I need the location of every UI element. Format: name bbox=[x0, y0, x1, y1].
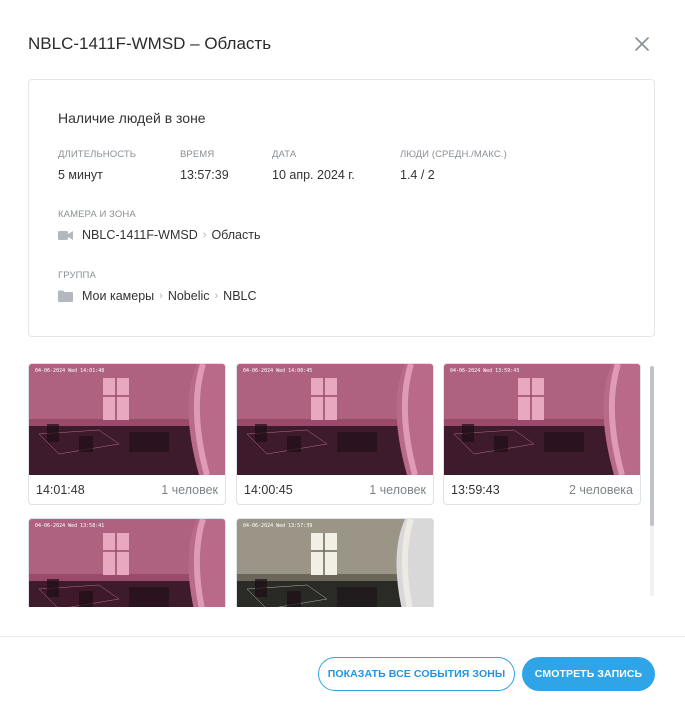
duration-value: 5 минут bbox=[58, 168, 103, 182]
camera-name-link[interactable]: NBLC-1411F-WMSD bbox=[82, 228, 198, 242]
event-info-card: Наличие людей в зоне ДЛИТЕЛЬНОСТЬ 5 мину… bbox=[28, 79, 655, 337]
group-item-0[interactable]: Мои камеры bbox=[82, 289, 154, 303]
camera-timestamp: 04-06-2024 Wed 14:00:45 bbox=[243, 368, 312, 374]
snapshot-image: 04-06-2024 Wed 14:01:48 bbox=[29, 364, 225, 475]
duration-label: ДЛИТЕЛЬНОСТЬ bbox=[58, 149, 137, 160]
chevron-right-icon: › bbox=[159, 290, 163, 302]
time-value: 13:57:39 bbox=[180, 168, 229, 182]
snapshot-time: 13:59:43 bbox=[451, 482, 500, 497]
snapshot-card[interactable]: 04-06-2024 Wed 14:01:48 14:01:48 1 человек bbox=[28, 363, 226, 505]
zone-name-link[interactable]: Область bbox=[211, 228, 260, 242]
close-button[interactable] bbox=[631, 33, 653, 55]
dialog-header: NBLC-1411F-WMSD – Область bbox=[28, 33, 657, 55]
snapshot-image: 04-06-2024 Wed 13:58:41 bbox=[29, 519, 225, 607]
camera-zone-label: КАМЕРА И ЗОНА bbox=[58, 209, 136, 220]
snapshot-people-count: 2 человека bbox=[568, 482, 633, 497]
watch-recording-button[interactable]: СМОТРЕТЬ ЗАПИСЬ bbox=[522, 657, 655, 691]
event-dialog: NBLC-1411F-WMSD – Область Наличие людей … bbox=[0, 0, 685, 712]
snapshot-image: 04-06-2024 Wed 13:57:39 bbox=[237, 519, 433, 607]
scrollbar-thumb[interactable] bbox=[650, 366, 654, 526]
snapshot-image: 04-06-2024 Wed 14:00:45 bbox=[237, 364, 433, 475]
snapshot-caption: 13:59:43 2 человека bbox=[444, 475, 640, 504]
snapshot-people-count: 1 человек bbox=[161, 482, 218, 497]
camera-timestamp: 04-06-2024 Wed 13:59:43 bbox=[450, 368, 519, 374]
snapshot-caption: 14:01:48 1 человек bbox=[29, 475, 225, 504]
camera-timestamp: 04-06-2024 Wed 13:58:41 bbox=[35, 523, 104, 529]
chevron-right-icon: › bbox=[202, 229, 207, 241]
dialog-title: NBLC-1411F-WMSD – Область bbox=[28, 34, 272, 53]
chevron-right-icon: › bbox=[214, 290, 219, 302]
scrollbar[interactable] bbox=[650, 366, 654, 596]
show-all-zone-events-button[interactable]: ПОКАЗАТЬ ВСЕ СОБЫТИЯ ЗОНЫ bbox=[318, 657, 515, 691]
snapshot-card[interactable]: 04-06-2024 Wed 13:59:43 13:59:43 2 человек… bbox=[443, 363, 641, 505]
snapshot-card[interactable]: 04-06-2024 Wed 13:58:41 bbox=[28, 518, 226, 607]
snapshot-time: 14:01:48 bbox=[36, 482, 85, 497]
group-path: Мои камеры › Nobelic › NBLC bbox=[58, 289, 257, 303]
people-value: 1.4 / 2 bbox=[400, 168, 435, 182]
close-icon bbox=[635, 37, 649, 51]
date-value: 10 апр. 2024 г. bbox=[272, 168, 355, 182]
people-label: ЛЮДИ (СРЕДН./МАКС.) bbox=[400, 149, 507, 160]
snapshot-people-count: 1 человек bbox=[369, 482, 426, 497]
snapshot-caption: 14:00:45 1 человек bbox=[237, 475, 433, 504]
footer-divider bbox=[0, 636, 685, 637]
snapshot-card[interactable]: 04-06-2024 Wed 13:57:39 bbox=[236, 518, 434, 607]
group-item-1[interactable]: Nobelic bbox=[168, 289, 210, 303]
date-label: ДАТА bbox=[272, 149, 297, 160]
time-label: ВРЕМЯ bbox=[180, 149, 215, 160]
camera-zone-path: NBLC-1411F-WMSD › Область bbox=[58, 228, 261, 242]
folder-icon bbox=[58, 289, 74, 303]
group-label: ГРУППА bbox=[58, 270, 96, 281]
snapshot-time: 14:00:45 bbox=[244, 482, 293, 497]
camera-timestamp: 04-06-2024 Wed 13:57:39 bbox=[243, 523, 312, 529]
camera-timestamp: 04-06-2024 Wed 14:01:48 bbox=[35, 368, 104, 374]
event-type-title: Наличие людей в зоне bbox=[58, 110, 206, 126]
snapshot-image: 04-06-2024 Wed 13:59:43 bbox=[444, 364, 640, 475]
snapshot-card[interactable]: 04-06-2024 Wed 14:00:45 14:00:45 1 человек bbox=[236, 363, 434, 505]
group-item-2[interactable]: NBLC bbox=[223, 289, 256, 303]
video-camera-icon bbox=[58, 228, 74, 242]
snapshot-grid: 04-06-2024 Wed 14:01:48 14:01:48 1 человек… bbox=[28, 363, 644, 607]
